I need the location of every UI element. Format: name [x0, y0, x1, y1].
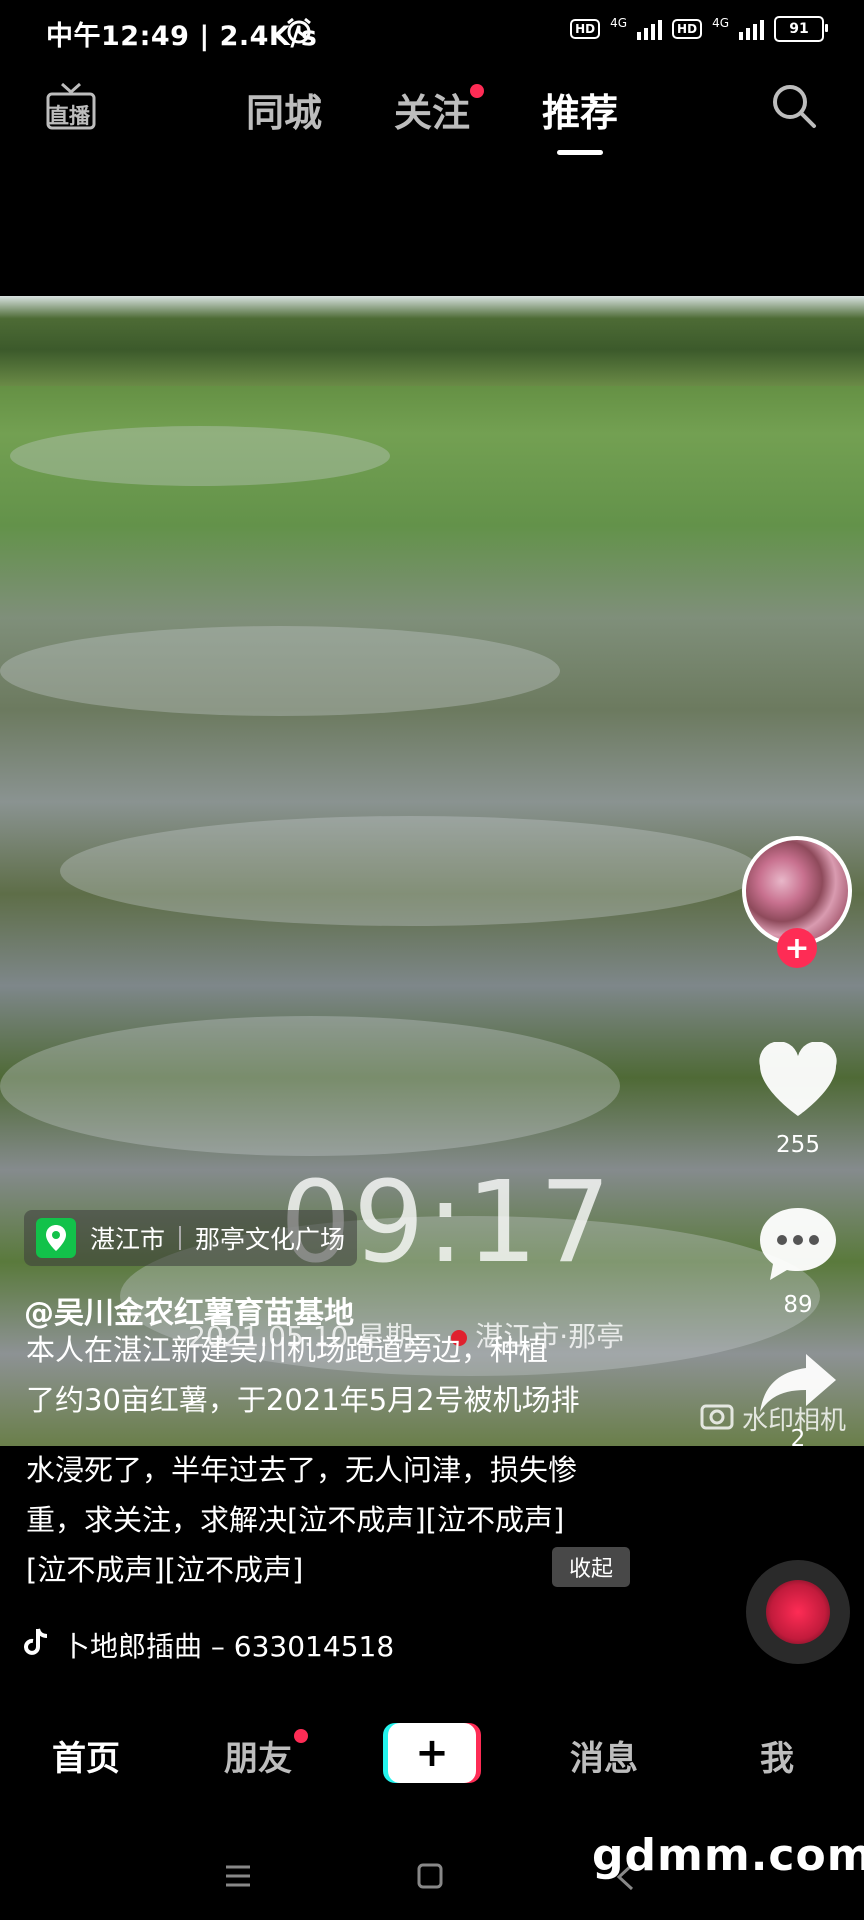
video-water-patch [60, 816, 760, 926]
share-icon [760, 1354, 836, 1412]
battery-level: 91 [789, 21, 809, 37]
tab-local[interactable]: 同城 [246, 82, 322, 137]
nav-home-label: 首页 [52, 1739, 120, 1779]
site-watermark: gdmm.com [592, 1830, 864, 1881]
tab-recommend[interactable]: 推荐 [542, 82, 619, 155]
share-button[interactable] [756, 1350, 840, 1424]
status-bar: 中午12:49 | 2.4K/s HD 4G HD 4G 91 [0, 0, 864, 64]
search-icon[interactable] [768, 80, 820, 136]
comment-count: 89 [783, 1292, 813, 1318]
plus-icon: + [415, 1730, 449, 1776]
like-button[interactable] [756, 1041, 840, 1122]
notification-dot [294, 1729, 308, 1743]
nav-me[interactable]: 我 [760, 1731, 794, 1780]
description-line: 水浸死了，半年过去了，无人问津，损失惨 [26, 1453, 578, 1487]
collapse-button[interactable]: 收起 [552, 1547, 630, 1587]
video-water-patch [0, 626, 560, 716]
description-line: 本人在湛江新建吴川机场跑道旁边，种植 [26, 1333, 549, 1367]
video-tree-line [0, 296, 864, 386]
comment-icon [760, 1208, 836, 1280]
plus-icon: + [784, 930, 810, 966]
notification-dot [470, 84, 485, 98]
status-indicators: HD 4G HD 4G 91 [570, 16, 828, 42]
location-divider [179, 1226, 182, 1250]
heart-icon [759, 1041, 837, 1116]
camera-icon [700, 1400, 734, 1437]
live-label: 直播 [48, 104, 90, 128]
nav-friends[interactable]: 朋友 [224, 1729, 308, 1780]
network-type: 4G [610, 16, 628, 30]
create-button[interactable]: + [388, 1723, 476, 1783]
hd-badge: HD [570, 19, 601, 39]
description-line: 重，求关注，求解决[泣不成声][泣不成声] [26, 1503, 565, 1537]
music-note-icon [24, 1627, 50, 1664]
follow-button[interactable]: + [777, 928, 817, 968]
alarm-icon [284, 16, 314, 50]
like-count: 255 [776, 1132, 820, 1158]
location-tag[interactable]: 湛江市 那亭文化广场 [24, 1210, 358, 1266]
comment-button[interactable] [756, 1204, 840, 1288]
nav-home[interactable]: 首页 [52, 1731, 120, 1780]
location-city: 湛江市 [90, 1225, 166, 1254]
bottom-nav: 首页 朋友 + 消息 我 [0, 1705, 864, 1805]
tab-following-label: 关注 [394, 91, 471, 135]
active-tab-indicator [557, 150, 603, 155]
signal-icon [637, 18, 663, 40]
network-type-2: 4G [712, 16, 729, 30]
tab-local-label: 同城 [246, 91, 323, 135]
music-disc-cover [766, 1580, 830, 1644]
music-info[interactable]: 卜地郎插曲 – 633014518 [24, 1625, 394, 1665]
music-title: 卜地郎插曲 – 633014518 [62, 1630, 395, 1663]
nav-friends-label: 朋友 [224, 1739, 292, 1779]
nav-messages[interactable]: 消息 [570, 1731, 638, 1780]
location-place: 那亭文化广场 [195, 1225, 346, 1254]
description-line: 了约30亩红薯，于2021年5月2号被机场排 [26, 1383, 580, 1417]
video-water-patch [10, 426, 390, 486]
tab-recommend-label: 推荐 [542, 91, 619, 135]
hd-badge-2: HD [672, 19, 703, 39]
home-square-icon[interactable] [416, 1862, 444, 1894]
status-time: 中午12:49 | 2.4K/s [46, 21, 318, 52]
tab-following[interactable]: 关注 [394, 82, 485, 137]
video-water-patch [0, 1016, 620, 1156]
top-nav: 直播 同城 关注 推荐 [0, 64, 864, 156]
share-count: 2 [790, 1426, 806, 1452]
live-button[interactable]: 直播 [46, 80, 96, 130]
battery-icon: 91 [774, 16, 828, 42]
nav-messages-label: 消息 [570, 1739, 638, 1779]
menu-icon[interactable] [224, 1864, 252, 1892]
music-disc[interactable] [746, 1560, 850, 1664]
location-icon [36, 1218, 76, 1258]
signal-icon-2 [739, 18, 764, 40]
nav-me-label: 我 [760, 1739, 794, 1779]
